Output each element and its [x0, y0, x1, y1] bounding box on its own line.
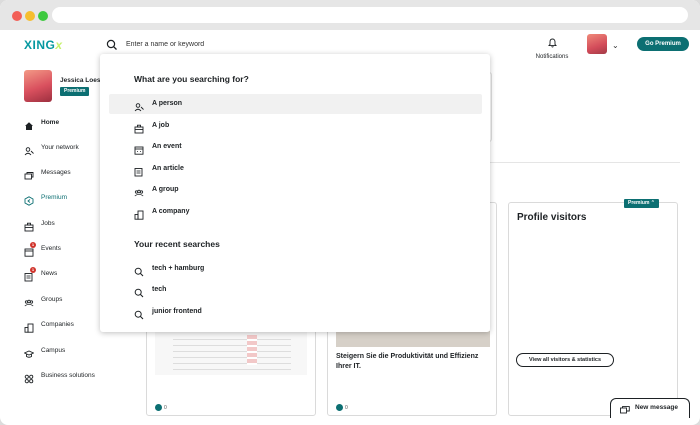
search-option-person[interactable]: A person [109, 94, 482, 114]
messages-icon [24, 168, 34, 180]
article-icon [134, 164, 144, 177]
recent-search-item[interactable]: junior frontend [109, 302, 482, 322]
notifications-button[interactable]: Notifications [528, 35, 576, 60]
premium-icon [24, 193, 34, 206]
sheet-row [173, 341, 291, 346]
person-icon [134, 99, 144, 112]
briefcase-icon [24, 219, 34, 232]
search-dropdown: What are you searching for? A person A j… [100, 54, 490, 332]
profile-visitors-title: Profile visitors [517, 212, 587, 223]
profile-name[interactable]: Jessica Loest [60, 77, 103, 84]
company-icon [134, 207, 144, 220]
home-icon [24, 118, 34, 130]
like-icon [155, 404, 162, 411]
search-icon [106, 38, 118, 50]
network-icon [24, 143, 34, 156]
new-message-button[interactable]: New message [610, 398, 690, 418]
sheet-row [173, 335, 291, 340]
search-icon [134, 307, 144, 320]
minimize-dot[interactable] [25, 11, 35, 21]
go-premium-button[interactable]: Go Premium [637, 37, 689, 51]
notifications-label: Notifications [535, 54, 569, 60]
search-option-event[interactable]: An event [109, 137, 482, 157]
search-type-heading: What are you searching for? [134, 74, 249, 84]
events-count-badge: 1 [30, 242, 36, 248]
bell-icon [547, 38, 557, 48]
groups-icon [24, 295, 34, 307]
address-bar[interactable] [52, 7, 688, 23]
premium-badge: Premium [60, 87, 90, 96]
search-icon [134, 285, 144, 298]
sidebar-item-campus[interactable]: Campus [23, 345, 134, 359]
search-option-job[interactable]: A job [109, 116, 482, 136]
calendar-icon [134, 142, 144, 155]
news-count-badge: 1 [30, 267, 36, 273]
search-option-group[interactable]: A group [109, 180, 482, 200]
premium-tag: Premium ⌃ [624, 199, 659, 208]
grid-icon [24, 371, 34, 384]
sheet-row [173, 347, 291, 352]
like-icon [336, 404, 343, 411]
browser-window: XINGx Notifications ⌄ Go Premium Jessica… [0, 0, 700, 425]
spreadsheet-image [155, 331, 307, 375]
groups-icon [134, 185, 144, 197]
recent-search-item[interactable]: tech + hamburg [109, 259, 482, 279]
xing-logo[interactable]: XINGx [24, 38, 63, 52]
recent-searches-heading: Your recent searches [134, 239, 220, 249]
search-option-article[interactable]: An article [109, 159, 482, 179]
like-counter[interactable]: 0 [155, 404, 167, 411]
profile-visitors-card: Premium ⌃ Profile visitors View all visi… [508, 199, 678, 416]
search-option-company[interactable]: A company [109, 202, 482, 222]
recent-search-item[interactable]: tech [109, 280, 482, 300]
user-avatar[interactable] [587, 34, 607, 54]
briefcase-icon [134, 121, 144, 134]
chevron-down-icon[interactable]: ⌄ [612, 41, 619, 50]
news-icon: 1 [24, 267, 36, 282]
sheet-row [173, 353, 291, 358]
profile-avatar[interactable] [24, 70, 52, 102]
sheet-row [173, 365, 291, 370]
article-image [336, 331, 490, 347]
sidebar-item-business-solutions[interactable]: Business solutions [24, 370, 134, 384]
sheet-row [173, 359, 291, 364]
close-dot[interactable] [12, 11, 22, 21]
search-icon [134, 264, 144, 277]
search-input[interactable] [126, 37, 426, 51]
highlight-column [247, 335, 257, 365]
like-counter[interactable]: 0 [336, 404, 348, 411]
view-all-visitors-button[interactable]: View all visitors & statistics [516, 353, 614, 367]
campus-icon [23, 346, 35, 358]
browser-chrome [0, 0, 700, 30]
maximize-dot[interactable] [38, 11, 48, 21]
new-message-icon [620, 404, 630, 414]
company-icon [24, 320, 34, 333]
article-title[interactable]: Steigern Sie die Produktivität und Effiz… [336, 352, 486, 372]
calendar-icon: 1 [24, 242, 36, 257]
